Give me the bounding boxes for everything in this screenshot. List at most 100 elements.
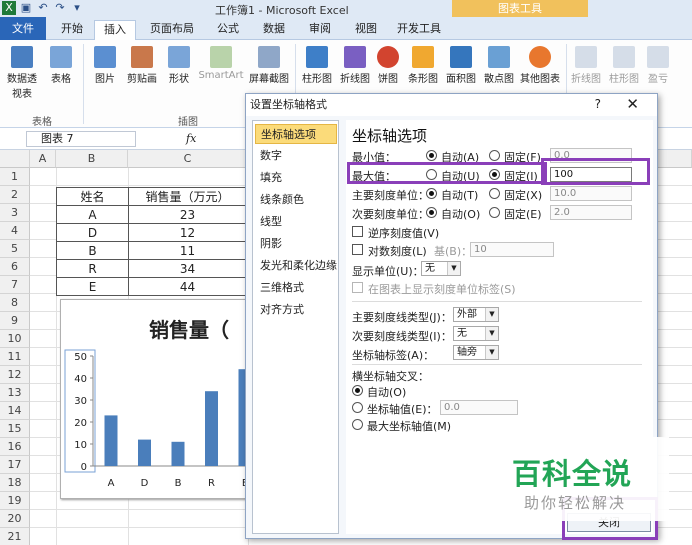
row-header[interactable]: 2 [0, 186, 30, 204]
sparkline-winloss-button[interactable]: 盈亏 [644, 46, 672, 85]
area-chart-button[interactable]: 面积图 [443, 46, 479, 85]
row-header[interactable]: 20 [0, 510, 30, 528]
sparkline-column-button[interactable]: 柱形图 [606, 46, 642, 85]
table-cell-sales[interactable]: 44 [128, 277, 247, 296]
major-fixed-radio[interactable] [489, 188, 500, 199]
select-all-corner[interactable] [0, 150, 30, 168]
table-cell-name[interactable]: B [56, 241, 129, 260]
table-button[interactable]: 表格 [46, 46, 76, 85]
base-input[interactable]: 10 [470, 242, 554, 257]
tab-developer[interactable]: 开发工具 [392, 20, 446, 40]
table-cell-name[interactable]: A [56, 205, 129, 224]
row-header[interactable]: 7 [0, 276, 30, 294]
nav-item[interactable]: 线条颜色 [255, 190, 337, 210]
save-icon[interactable]: ▣ [19, 1, 33, 15]
table-cell-name[interactable]: D [56, 223, 129, 242]
nav-item[interactable]: 阴影 [255, 234, 337, 254]
axis-labels-select[interactable]: 轴旁 ▼ [453, 345, 499, 360]
picture-button[interactable]: 图片 [90, 46, 120, 85]
major-tick-select[interactable]: 外部 ▼ [453, 307, 499, 322]
smartart-button[interactable]: SmartArt [198, 46, 244, 81]
pivot-table-button[interactable]: 数据透视表 [4, 46, 40, 100]
bar[interactable] [205, 391, 218, 466]
minor-auto-radio[interactable] [426, 207, 437, 218]
tab-review[interactable]: 审阅 [300, 20, 340, 40]
help-icon[interactable]: ? [595, 97, 601, 111]
row-header[interactable]: 8 [0, 294, 30, 312]
minor-tick-select[interactable]: 无 ▼ [453, 326, 499, 341]
bar[interactable] [104, 415, 118, 466]
tab-formulas[interactable]: 公式 [208, 20, 248, 40]
row-header[interactable]: 14 [0, 402, 30, 420]
bar-chart-button[interactable]: 条形图 [405, 46, 441, 85]
table-cell-sales[interactable]: 12 [128, 223, 247, 242]
nav-item[interactable]: 线型 [255, 212, 337, 232]
row-header[interactable]: 18 [0, 474, 30, 492]
row-header[interactable]: 4 [0, 222, 30, 240]
column-chart-button[interactable]: 柱形图 [299, 46, 335, 85]
tab-page-layout[interactable]: 页面布局 [143, 20, 201, 40]
row-header[interactable]: 3 [0, 204, 30, 222]
table-cell-sales[interactable]: 34 [128, 259, 247, 278]
tab-file[interactable]: 文件 [0, 17, 46, 40]
screenshot-button[interactable]: 屏幕截图 [247, 46, 291, 85]
sparkline-line-button[interactable]: 折线图 [568, 46, 604, 85]
customize-qat-icon[interactable]: ▾ [70, 1, 84, 15]
table-cell-sales[interactable]: 11 [128, 241, 247, 260]
show-units-checkbox[interactable] [352, 282, 363, 293]
nav-item[interactable]: 填充 [255, 168, 337, 188]
column-header-c[interactable]: C [128, 150, 248, 168]
tab-data[interactable]: 数据 [254, 20, 294, 40]
nav-item[interactable]: 对齐方式 [255, 300, 337, 320]
cross-value-input[interactable]: 0.0 [440, 400, 518, 415]
cross-auto-radio[interactable] [352, 385, 363, 396]
table-cell-name[interactable]: R [56, 259, 129, 278]
nav-item[interactable]: 数字 [255, 146, 337, 166]
table-cell-sales[interactable]: 23 [128, 205, 247, 224]
major-value-input[interactable]: 10.0 [550, 186, 632, 201]
table-cell-name[interactable]: E [56, 277, 129, 296]
clipart-button[interactable]: 剪贴画 [124, 46, 160, 85]
row-header[interactable]: 13 [0, 384, 30, 402]
line-chart-button[interactable]: 折线图 [337, 46, 373, 85]
row-header[interactable]: 17 [0, 456, 30, 474]
other-charts-button[interactable]: 其他图表 [517, 46, 563, 85]
cross-value-radio[interactable] [352, 402, 363, 413]
nav-item[interactable]: 三维格式 [255, 278, 337, 298]
nav-item[interactable]: 坐标轴选项 [255, 124, 337, 144]
close-icon[interactable]: ✕ [626, 95, 639, 113]
table-header-name[interactable]: 姓名 [56, 187, 129, 206]
min-fixed-radio[interactable] [489, 150, 500, 161]
min-auto-radio[interactable] [426, 150, 437, 161]
row-header[interactable]: 9 [0, 312, 30, 330]
minor-value-input[interactable]: 2.0 [550, 205, 632, 220]
row-header[interactable]: 12 [0, 366, 30, 384]
tab-insert[interactable]: 插入 [94, 20, 136, 40]
tab-view[interactable]: 视图 [346, 20, 386, 40]
function-icon[interactable]: fx [186, 132, 196, 145]
cross-max-radio[interactable] [352, 419, 363, 430]
name-box[interactable]: 图表 7 [26, 131, 136, 147]
shapes-button[interactable]: 形状 [164, 46, 194, 85]
bar[interactable] [138, 439, 151, 466]
row-header[interactable]: 16 [0, 438, 30, 456]
row-header[interactable]: 11 [0, 348, 30, 366]
table-header-sales[interactable]: 销售量（万元） [128, 187, 247, 206]
chart-plot[interactable]: 01020304050ADBRE [61, 300, 251, 500]
display-units-select[interactable]: 无 ▼ [421, 261, 461, 276]
reverse-checkbox[interactable] [352, 226, 363, 237]
nav-item[interactable]: 发光和柔化边缘 [255, 256, 337, 276]
tab-home[interactable]: 开始 [54, 20, 90, 40]
row-header[interactable]: 6 [0, 258, 30, 276]
row-header[interactable]: 19 [0, 492, 30, 510]
row-header[interactable]: 21 [0, 528, 30, 545]
row-header[interactable]: 15 [0, 420, 30, 438]
major-auto-radio[interactable] [426, 188, 437, 199]
pie-chart-button[interactable]: 饼图 [375, 46, 401, 85]
log-scale-checkbox[interactable] [352, 244, 363, 255]
column-header-a[interactable]: A [30, 150, 56, 168]
row-header[interactable]: 1 [0, 168, 30, 186]
embedded-chart[interactable]: 销售量（ 01020304050ADBRE [60, 299, 251, 500]
minor-fixed-radio[interactable] [489, 207, 500, 218]
row-header[interactable]: 5 [0, 240, 30, 258]
